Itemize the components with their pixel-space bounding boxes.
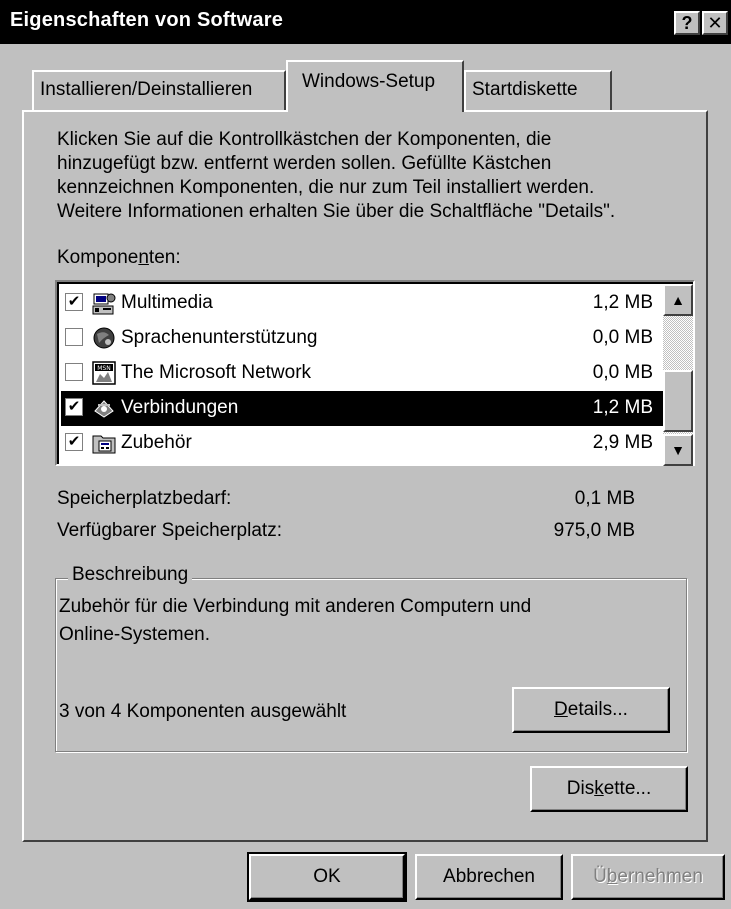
apply-mnemonic: b: [606, 866, 618, 887]
intro-text: Klicken Sie auf die Kontrollkästchen der…: [57, 128, 697, 224]
component-name: Sprachenunterstützung: [121, 327, 318, 348]
disk-mnemonic: k: [594, 778, 604, 799]
components-listbox[interactable]: ✔ Multimedia 1,2 MB Sprachenunterstützun…: [55, 280, 695, 466]
list-item[interactable]: Sprachenunterstützung 0,0 MB: [61, 321, 667, 356]
tab-startdiskette[interactable]: Startdiskette: [464, 70, 612, 112]
intro-line: Weitere Informationen erhalten Sie über …: [57, 201, 616, 222]
tab-installieren[interactable]: Installieren/Deinstallieren: [32, 70, 286, 112]
components-label: Komponenten:: [57, 247, 181, 269]
checkbox[interactable]: ✔: [65, 293, 83, 311]
details-mnemonic: D: [554, 699, 568, 720]
cancel-button[interactable]: Abbrechen: [415, 854, 563, 900]
description-line: Zubehör für die Verbindung mit anderen C…: [59, 596, 532, 617]
intro-line: kennzeichnen Komponenten, die nur zum Te…: [57, 177, 595, 198]
checkbox[interactable]: [65, 328, 83, 346]
selected-count: 3 von 4 Komponenten ausgewählt: [59, 701, 347, 722]
component-size: 0,0 MB: [592, 327, 653, 348]
disk-button[interactable]: Diskette...: [530, 766, 688, 812]
scroll-up-button[interactable]: ▲: [663, 284, 693, 316]
svg-text:MSN: MSN: [97, 365, 110, 372]
component-name: Verbindungen: [121, 397, 239, 418]
description-line: Online-Systemen.: [59, 624, 211, 645]
checkbox[interactable]: ✔: [65, 433, 83, 451]
component-size: 1,2 MB: [592, 292, 653, 313]
list-item[interactable]: ✔ Verbindungen 1,2 MB: [61, 391, 667, 426]
required-space-label: Speicherplatzbedarf:: [57, 488, 232, 509]
component-name: The Microsoft Network: [121, 362, 312, 383]
apply-label: ernehmen: [617, 866, 703, 887]
details-button[interactable]: Details...: [512, 687, 670, 733]
disk-label: ette...: [603, 778, 652, 799]
globe-icon: [93, 327, 115, 349]
available-space-label: Verfügbarer Speicherplatz:: [57, 520, 282, 541]
help-button[interactable]: ?: [674, 11, 700, 35]
component-size: 1,2 MB: [592, 397, 653, 418]
window-title: Eigenschaften von Software: [10, 9, 284, 31]
label-part: ten:: [148, 247, 181, 268]
apply-label: Ü: [593, 866, 607, 887]
component-name: Multimedia: [121, 292, 213, 313]
available-space-value: 975,0 MB: [553, 520, 635, 541]
disk-label: Dis: [566, 778, 595, 799]
apply-button[interactable]: Übernehmen: [571, 854, 725, 900]
scrollbar[interactable]: ▲ ▼: [663, 284, 693, 466]
scroll-thumb[interactable]: [663, 370, 693, 432]
msn-icon: MSN: [92, 361, 116, 385]
label-part: Kompone: [57, 247, 139, 268]
tab-windows-setup[interactable]: Windows-Setup: [286, 60, 464, 112]
list-item[interactable]: ✔ Zubehör 2,9 MB: [61, 426, 667, 461]
required-space-value: 0,1 MB: [574, 488, 635, 509]
component-size: 2,9 MB: [592, 432, 653, 453]
component-size: 0,0 MB: [592, 362, 653, 383]
connection-icon: [94, 400, 114, 418]
description-title: Beschreibung: [68, 564, 193, 586]
list-item[interactable]: MSN The Microsoft Network 0,0 MB: [61, 356, 667, 391]
details-label: etails...: [567, 699, 628, 720]
ok-button[interactable]: OK: [247, 852, 407, 902]
list-item[interactable]: ✔ Multimedia 1,2 MB: [61, 286, 667, 321]
scroll-down-button[interactable]: ▼: [663, 434, 693, 466]
intro-line: hinzugefügt bzw. entfernt werden sollen.…: [57, 153, 552, 174]
checkbox[interactable]: [65, 363, 83, 381]
title-bar[interactable]: Eigenschaften von Software ? ✕: [0, 0, 731, 44]
component-name: Zubehör: [121, 432, 192, 453]
description-text: Zubehör für die Verbindung mit anderen C…: [59, 593, 659, 649]
checkbox[interactable]: ✔: [65, 398, 83, 416]
label-mnemonic: n: [138, 247, 149, 268]
multimedia-icon: [92, 293, 116, 315]
accessories-icon: [92, 435, 116, 454]
close-button[interactable]: ✕: [702, 11, 728, 35]
intro-line: Klicken Sie auf die Kontrollkästchen der…: [57, 129, 552, 150]
